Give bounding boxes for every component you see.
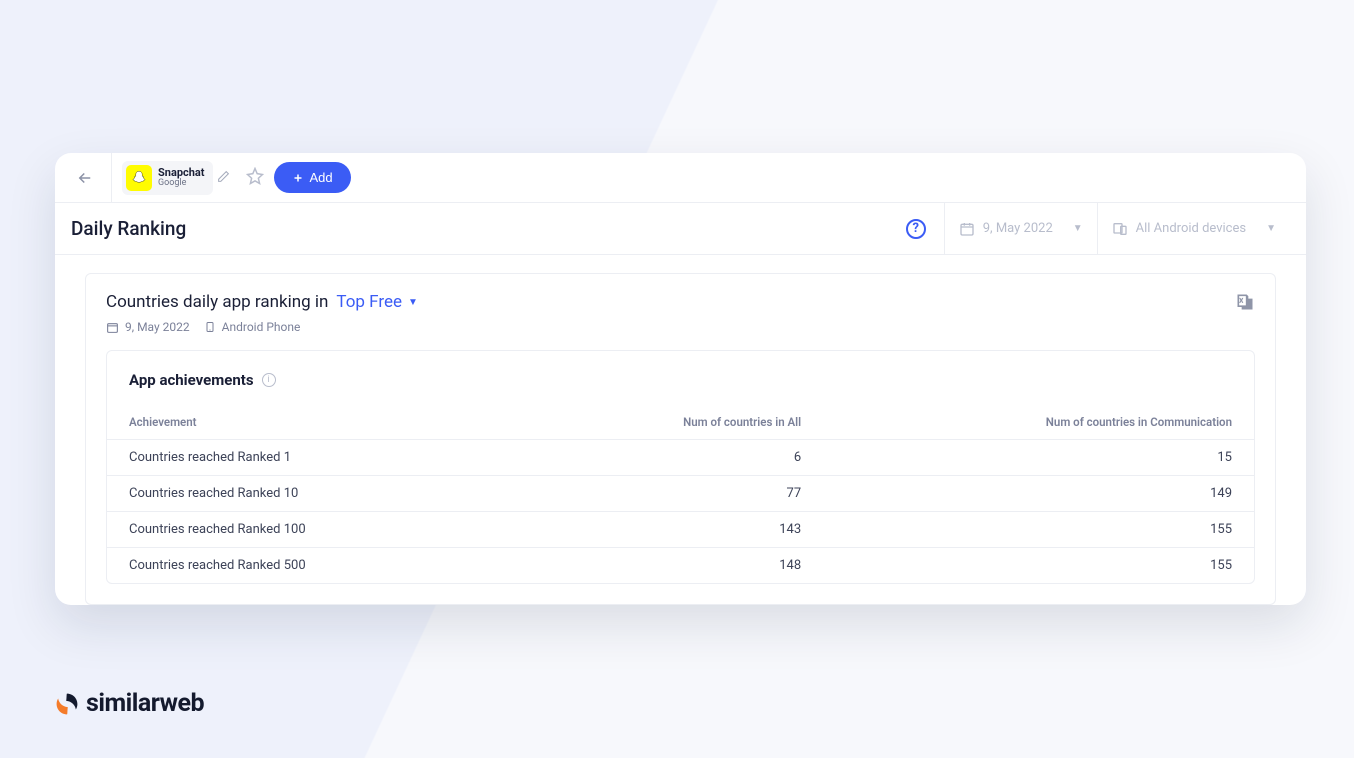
col-communication: Num of countries in Communication <box>823 407 1254 440</box>
favorite-button[interactable] <box>236 161 274 195</box>
meta-date-value: 9, May 2022 <box>125 320 190 334</box>
panel-title-block: Countries daily app ranking in Top Free … <box>106 292 418 334</box>
meta-date: 9, May 2022 <box>106 320 190 334</box>
excel-icon <box>1235 292 1255 312</box>
ghost-icon <box>130 169 148 187</box>
cell-all: 143 <box>520 512 823 548</box>
achievements-title: App achievements <box>129 371 254 389</box>
cell-label: Countries reached Ranked 1 <box>107 440 520 476</box>
achievements-title-row: App achievements i <box>107 371 1254 407</box>
cell-comm: 149 <box>823 476 1254 512</box>
pencil-icon <box>217 170 230 183</box>
chevron-down-icon: ▼ <box>1266 223 1276 234</box>
page-title: Daily Ranking <box>71 217 906 240</box>
help-button[interactable]: ? <box>906 219 926 239</box>
back-button[interactable] <box>67 160 103 196</box>
calendar-icon <box>959 221 975 237</box>
cell-comm: 155 <box>823 512 1254 548</box>
achievements-table: Achievement Num of countries in All Num … <box>107 407 1254 583</box>
table-row: Countries reached Ranked 1 6 15 <box>107 440 1254 476</box>
col-all: Num of countries in All <box>520 407 823 440</box>
cell-all: 6 <box>520 440 823 476</box>
chevron-down-icon: ▼ <box>408 297 418 308</box>
cell-comm: 155 <box>823 548 1254 584</box>
devices-icon <box>1112 221 1128 237</box>
topbar: Snapchat Google Add <box>55 153 1306 203</box>
table-row: Countries reached Ranked 500 148 155 <box>107 548 1254 584</box>
device-filter-value: All Android devices <box>1136 221 1246 236</box>
main-card: Snapchat Google Add Daily Ranking ? 9, M… <box>55 153 1306 605</box>
category-value: Top Free <box>336 292 402 312</box>
info-icon[interactable]: i <box>262 373 276 387</box>
table-row: Countries reached Ranked 10 77 149 <box>107 476 1254 512</box>
phone-icon <box>204 321 216 333</box>
edit-button[interactable] <box>211 162 236 193</box>
cell-label: Countries reached Ranked 100 <box>107 512 520 548</box>
achievements-box: App achievements i Achievement Num of co… <box>106 350 1255 584</box>
content: Countries daily app ranking in Top Free … <box>55 255 1306 605</box>
cell-label: Countries reached Ranked 10 <box>107 476 520 512</box>
cell-label: Countries reached Ranked 500 <box>107 548 520 584</box>
divider <box>111 153 112 203</box>
cell-all: 148 <box>520 548 823 584</box>
date-filter[interactable]: 9, May 2022 ▼ <box>944 203 1097 255</box>
category-dropdown[interactable]: Top Free ▼ <box>336 292 418 312</box>
meta-device-value: Android Phone <box>222 320 301 334</box>
titlebar: Daily Ranking ? 9, May 2022 ▼ All Androi… <box>55 203 1306 255</box>
plus-icon <box>292 172 304 184</box>
similarweb-logo-icon <box>54 691 80 717</box>
star-icon <box>246 167 264 185</box>
app-chip[interactable]: Snapchat Google <box>122 161 213 195</box>
app-publisher: Google <box>158 179 205 189</box>
calendar-icon <box>106 321 119 334</box>
date-filter-value: 9, May 2022 <box>983 221 1053 236</box>
meta-device: Android Phone <box>204 320 301 334</box>
cell-all: 77 <box>520 476 823 512</box>
chevron-down-icon: ▼ <box>1073 223 1083 234</box>
brand-name: similarweb <box>86 689 204 718</box>
snapchat-app-icon <box>126 165 152 191</box>
table-row: Countries reached Ranked 100 143 155 <box>107 512 1254 548</box>
table-header-row: Achievement Num of countries in All Num … <box>107 407 1254 440</box>
app-name: Snapchat <box>158 167 205 179</box>
add-button[interactable]: Add <box>274 162 351 193</box>
app-chip-text: Snapchat Google <box>158 167 205 189</box>
ranking-panel: Countries daily app ranking in Top Free … <box>85 273 1276 605</box>
panel-title-prefix: Countries daily app ranking in <box>106 292 328 312</box>
panel-header: Countries daily app ranking in Top Free … <box>86 292 1275 350</box>
panel-title-row: Countries daily app ranking in Top Free … <box>106 292 418 312</box>
col-achievement: Achievement <box>107 407 520 440</box>
add-button-label: Add <box>310 170 333 185</box>
panel-meta: 9, May 2022 Android Phone <box>106 320 418 334</box>
arrow-left-icon <box>76 169 94 187</box>
export-excel-button[interactable] <box>1235 292 1255 316</box>
cell-comm: 15 <box>823 440 1254 476</box>
device-filter[interactable]: All Android devices ▼ <box>1097 203 1290 255</box>
brand: similarweb <box>54 689 204 718</box>
